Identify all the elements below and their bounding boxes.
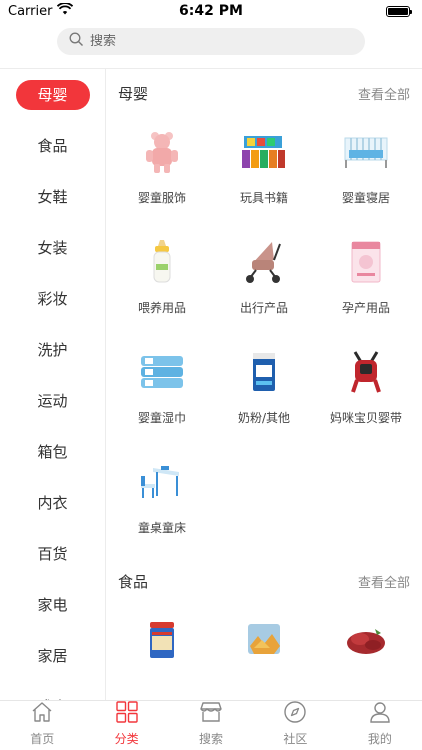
subcategory-item[interactable]: 妈咪宝贝婴带 [315, 337, 417, 447]
subcategory-label: 婴童服饰 [137, 191, 186, 205]
search-bar[interactable] [57, 28, 365, 55]
store-icon [198, 700, 224, 728]
tab-label: 首页 [30, 732, 55, 746]
subcategory-label: 孕产用品 [341, 301, 390, 315]
maternity-pack-icon [341, 237, 391, 287]
subcategory-item[interactable]: 孕产用品 [315, 227, 417, 337]
subcategory-grid [107, 605, 422, 700]
section-header: 母婴 查看全部 [107, 69, 422, 117]
status-bar: Carrier 6:42 PM [0, 0, 422, 22]
toy-books-icon [239, 127, 289, 177]
subcategory-item[interactable]: 婴童服饰 [111, 117, 213, 227]
sidebar-item-sports[interactable]: 运动 [0, 375, 105, 426]
baby-crib-icon [341, 127, 391, 177]
subcategory-label: 婴童湿巾 [137, 411, 186, 425]
subcategory-label: 奶粉/其他 [237, 411, 291, 425]
subcategory-label: 玩具书籍 [239, 191, 288, 205]
milk-powder-icon [239, 347, 289, 397]
tab-label: 搜索 [199, 732, 224, 746]
kids-desk-icon [137, 457, 187, 507]
tab-label: 我的 [367, 732, 392, 746]
sidebar-item-womens-shoes[interactable]: 女鞋 [0, 171, 105, 222]
sidebar-item-personal-care[interactable]: 洗护 [0, 324, 105, 375]
tab-profile[interactable]: 我的 [338, 701, 422, 750]
baby-carrier-icon [341, 347, 391, 397]
baby-bottle-icon [137, 237, 187, 287]
subcategory-label: 喂养用品 [137, 301, 186, 315]
sidebar-item-label: 箱包 [37, 443, 68, 461]
subcategory-label: 婴童寝居 [341, 191, 390, 205]
sidebar-item-general[interactable]: 百货 [0, 528, 105, 579]
sidebar-item-appliances[interactable]: 家电 [0, 579, 105, 630]
sidebar-item-adult[interactable]: 成人 [0, 681, 105, 700]
sidebar-item-label: 家电 [37, 596, 68, 614]
subcategory-grid: 婴童服饰 玩具书籍 婴童寝居 喂养用品 出行产品 孕产用品 婴童湿巾 奶粉/其他… [107, 117, 422, 557]
subcategory-label: 妈咪宝贝婴带 [329, 411, 402, 425]
sidebar-item-label: 内衣 [37, 494, 68, 512]
sidebar-item-label: 洗护 [37, 341, 68, 359]
sidebar-item-label: 家居 [37, 647, 68, 665]
section-header: 食品 查看全部 [107, 557, 422, 605]
tab-label: 分类 [114, 732, 139, 746]
subcategory-item[interactable]: 婴童湿巾 [111, 337, 213, 447]
subcategory-item[interactable] [315, 605, 417, 700]
wet-wipes-icon [137, 347, 187, 397]
section-title: 食品 [118, 572, 149, 591]
sidebar-item-makeup[interactable]: 彩妆 [0, 273, 105, 324]
see-all-link[interactable]: 查看全部 [358, 84, 410, 103]
tab-search[interactable]: 搜索 [169, 701, 253, 750]
bottom-tab-bar: 首页 分类 搜索 社区 我的 [0, 700, 422, 750]
sidebar-item-underwear[interactable]: 内衣 [0, 477, 105, 528]
sidebar-item-label: 百货 [37, 545, 68, 563]
stroller-icon [239, 237, 289, 287]
see-all-link[interactable]: 查看全部 [358, 572, 410, 591]
sidebar-item-label: 运动 [37, 392, 68, 410]
battery-icon [386, 5, 412, 17]
sidebar-item-label: 食品 [37, 137, 68, 155]
home-icon [30, 700, 54, 728]
sidebar-item-label: 女装 [37, 239, 68, 257]
category-content[interactable]: 母婴 查看全部 婴童服饰 玩具书籍 婴童寝居 喂养用品 出行产品 孕产用品 婴童… [107, 69, 422, 700]
tab-community[interactable]: 社区 [253, 701, 337, 750]
oatmeal-can-icon [137, 615, 187, 665]
baby-clothes-icon [137, 127, 187, 177]
sidebar-item-label: 女鞋 [37, 188, 68, 206]
category-icon [115, 700, 139, 728]
profile-icon [368, 700, 392, 728]
sidebar-item-label: 彩妆 [37, 290, 68, 308]
subcategory-item[interactable]: 喂养用品 [111, 227, 213, 337]
dried-meat-icon [341, 615, 391, 665]
search-icon [69, 32, 84, 51]
subcategory-item[interactable]: 婴童寝居 [315, 117, 417, 227]
tab-label: 社区 [283, 732, 308, 746]
sidebar-item-home[interactable]: 家居 [0, 630, 105, 681]
subcategory-item[interactable] [111, 605, 213, 700]
sidebar-item-food[interactable]: 食品 [0, 120, 105, 171]
subcategory-item[interactable]: 玩具书籍 [213, 117, 315, 227]
tab-home[interactable]: 首页 [0, 701, 84, 750]
sidebar-item-maternity[interactable]: 母婴 [0, 69, 105, 120]
subcategory-item[interactable]: 童桌童床 [111, 447, 213, 557]
subcategory-label: 童桌童床 [137, 521, 186, 535]
status-time: 6:42 PM [179, 3, 243, 19]
section-title: 母婴 [118, 84, 149, 103]
subcategory-item[interactable] [213, 605, 315, 700]
sidebar-item-bags[interactable]: 箱包 [0, 426, 105, 477]
tab-category[interactable]: 分类 [84, 701, 168, 750]
subcategory-item[interactable]: 出行产品 [213, 227, 315, 337]
sidebar-item-womens-clothing[interactable]: 女装 [0, 222, 105, 273]
subcategory-item[interactable]: 奶粉/其他 [213, 337, 315, 447]
subcategory-label: 出行产品 [239, 301, 288, 315]
search-input[interactable] [90, 34, 330, 49]
sidebar-item-label: 母婴 [15, 79, 90, 110]
category-sidebar[interactable]: 母婴 食品 女鞋 女装 彩妆 洗护 运动 箱包 内衣 百货 家电 家居 成人 [0, 69, 106, 700]
snack-chips-icon [239, 615, 289, 665]
compass-icon [283, 700, 307, 728]
